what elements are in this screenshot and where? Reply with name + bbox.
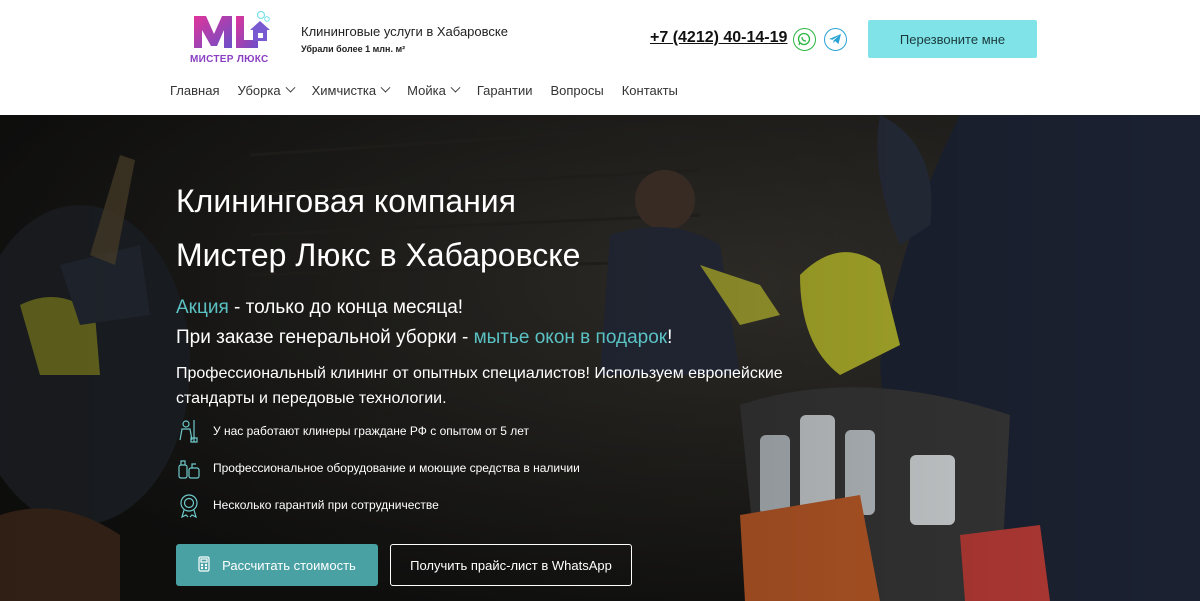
cleaning-supplies-icon	[176, 455, 202, 481]
site-header: МИСТЕР ЛЮКС Клининговые услуги в Хабаров…	[0, 0, 1200, 115]
nav-item-guarantees[interactable]: Гарантии	[477, 83, 533, 98]
header-tagline: Клининговые услуги в Хабаровске Убрали б…	[301, 24, 508, 54]
hero-description: Профессиональный клининг от опытных спец…	[176, 365, 783, 407]
tagline-subtitle: Убрали более 1 млн. м²	[301, 44, 406, 54]
promo-text: - только до конца месяца!	[228, 297, 464, 318]
nav-item-label: Главная	[170, 83, 220, 98]
feature-item: Профессиональное оборудование и моющие с…	[176, 455, 580, 481]
nav-item-label: Гарантии	[476, 83, 533, 98]
nav-item-label: Вопросы	[550, 83, 604, 98]
nav-item-washing[interactable]: Мойка	[407, 82, 461, 98]
nav-item-home[interactable]: Главная	[170, 83, 219, 98]
feature-text: У нас работают клинеры граждане РФ с опы…	[213, 424, 530, 438]
promo-line1: Акция - только до конца месяца!	[176, 297, 463, 319]
nav-item-label: Уборка	[237, 83, 281, 98]
calculate-cost-label: Рассчитать стоимость	[222, 557, 356, 573]
whatsapp-icon[interactable]	[793, 28, 816, 51]
chevron-down-icon	[285, 82, 296, 93]
nav-item-label: Мойка	[407, 83, 446, 98]
main-nav: Главная Уборка Химчистка Мойка Гарантии …	[170, 82, 696, 98]
feature-item: Несколько гарантий при сотрудничестве	[176, 492, 439, 519]
calculate-cost-button[interactable]: Рассчитать стоимость	[176, 544, 378, 586]
feature-text: Несколько гарантий при сотрудничестве	[213, 498, 439, 512]
promo-accent: мытье окон в подарок	[473, 327, 668, 348]
feature-text: Профессиональное оборудование и моющие с…	[213, 461, 580, 475]
promo-accent: Акция	[176, 297, 229, 318]
feature-item: У нас работают клинеры граждане РФ с опы…	[176, 418, 529, 444]
tagline-title: Клининговые услуги в Хабаровске	[301, 24, 508, 39]
phone-link[interactable]: +7 (4212) 40-14-19	[650, 29, 787, 47]
guarantee-badge-icon	[176, 492, 202, 519]
nav-item-cleaning[interactable]: Уборка	[237, 82, 296, 98]
whatsapp-pricelist-button[interactable]: Получить прайс-лист в WhatsApp	[390, 544, 632, 586]
telegram-icon[interactable]	[824, 28, 847, 51]
hero-title-line2: Мистер Люкс в Хабаровске	[176, 237, 581, 273]
logo-text: МИСТЕР ЛЮКС	[190, 54, 269, 65]
promo-text: При заказе генеральной уборки -	[176, 327, 474, 348]
promo-line2: При заказе генеральной уборки - мытье ок…	[176, 327, 672, 349]
calculator-icon	[198, 555, 210, 575]
company-logo[interactable]: МИСТЕР ЛЮКС	[188, 10, 272, 70]
hero-title-line1: Клининговая компания	[176, 183, 516, 219]
hero-section: Клининговая компания Мистер Люкс в Хабар…	[0, 115, 1200, 601]
callback-button[interactable]: Перезвоните мне	[868, 20, 1037, 58]
cleaner-icon	[176, 418, 202, 444]
nav-item-faq[interactable]: Вопросы	[550, 83, 603, 98]
chevron-down-icon	[380, 82, 391, 93]
chevron-down-icon	[450, 82, 461, 93]
nav-item-contacts[interactable]: Контакты	[622, 83, 678, 98]
promo-text: !	[667, 327, 673, 348]
nav-item-label: Химчистка	[311, 83, 377, 98]
nav-item-drycleaning[interactable]: Химчистка	[311, 82, 391, 98]
nav-item-label: Контакты	[621, 83, 678, 98]
